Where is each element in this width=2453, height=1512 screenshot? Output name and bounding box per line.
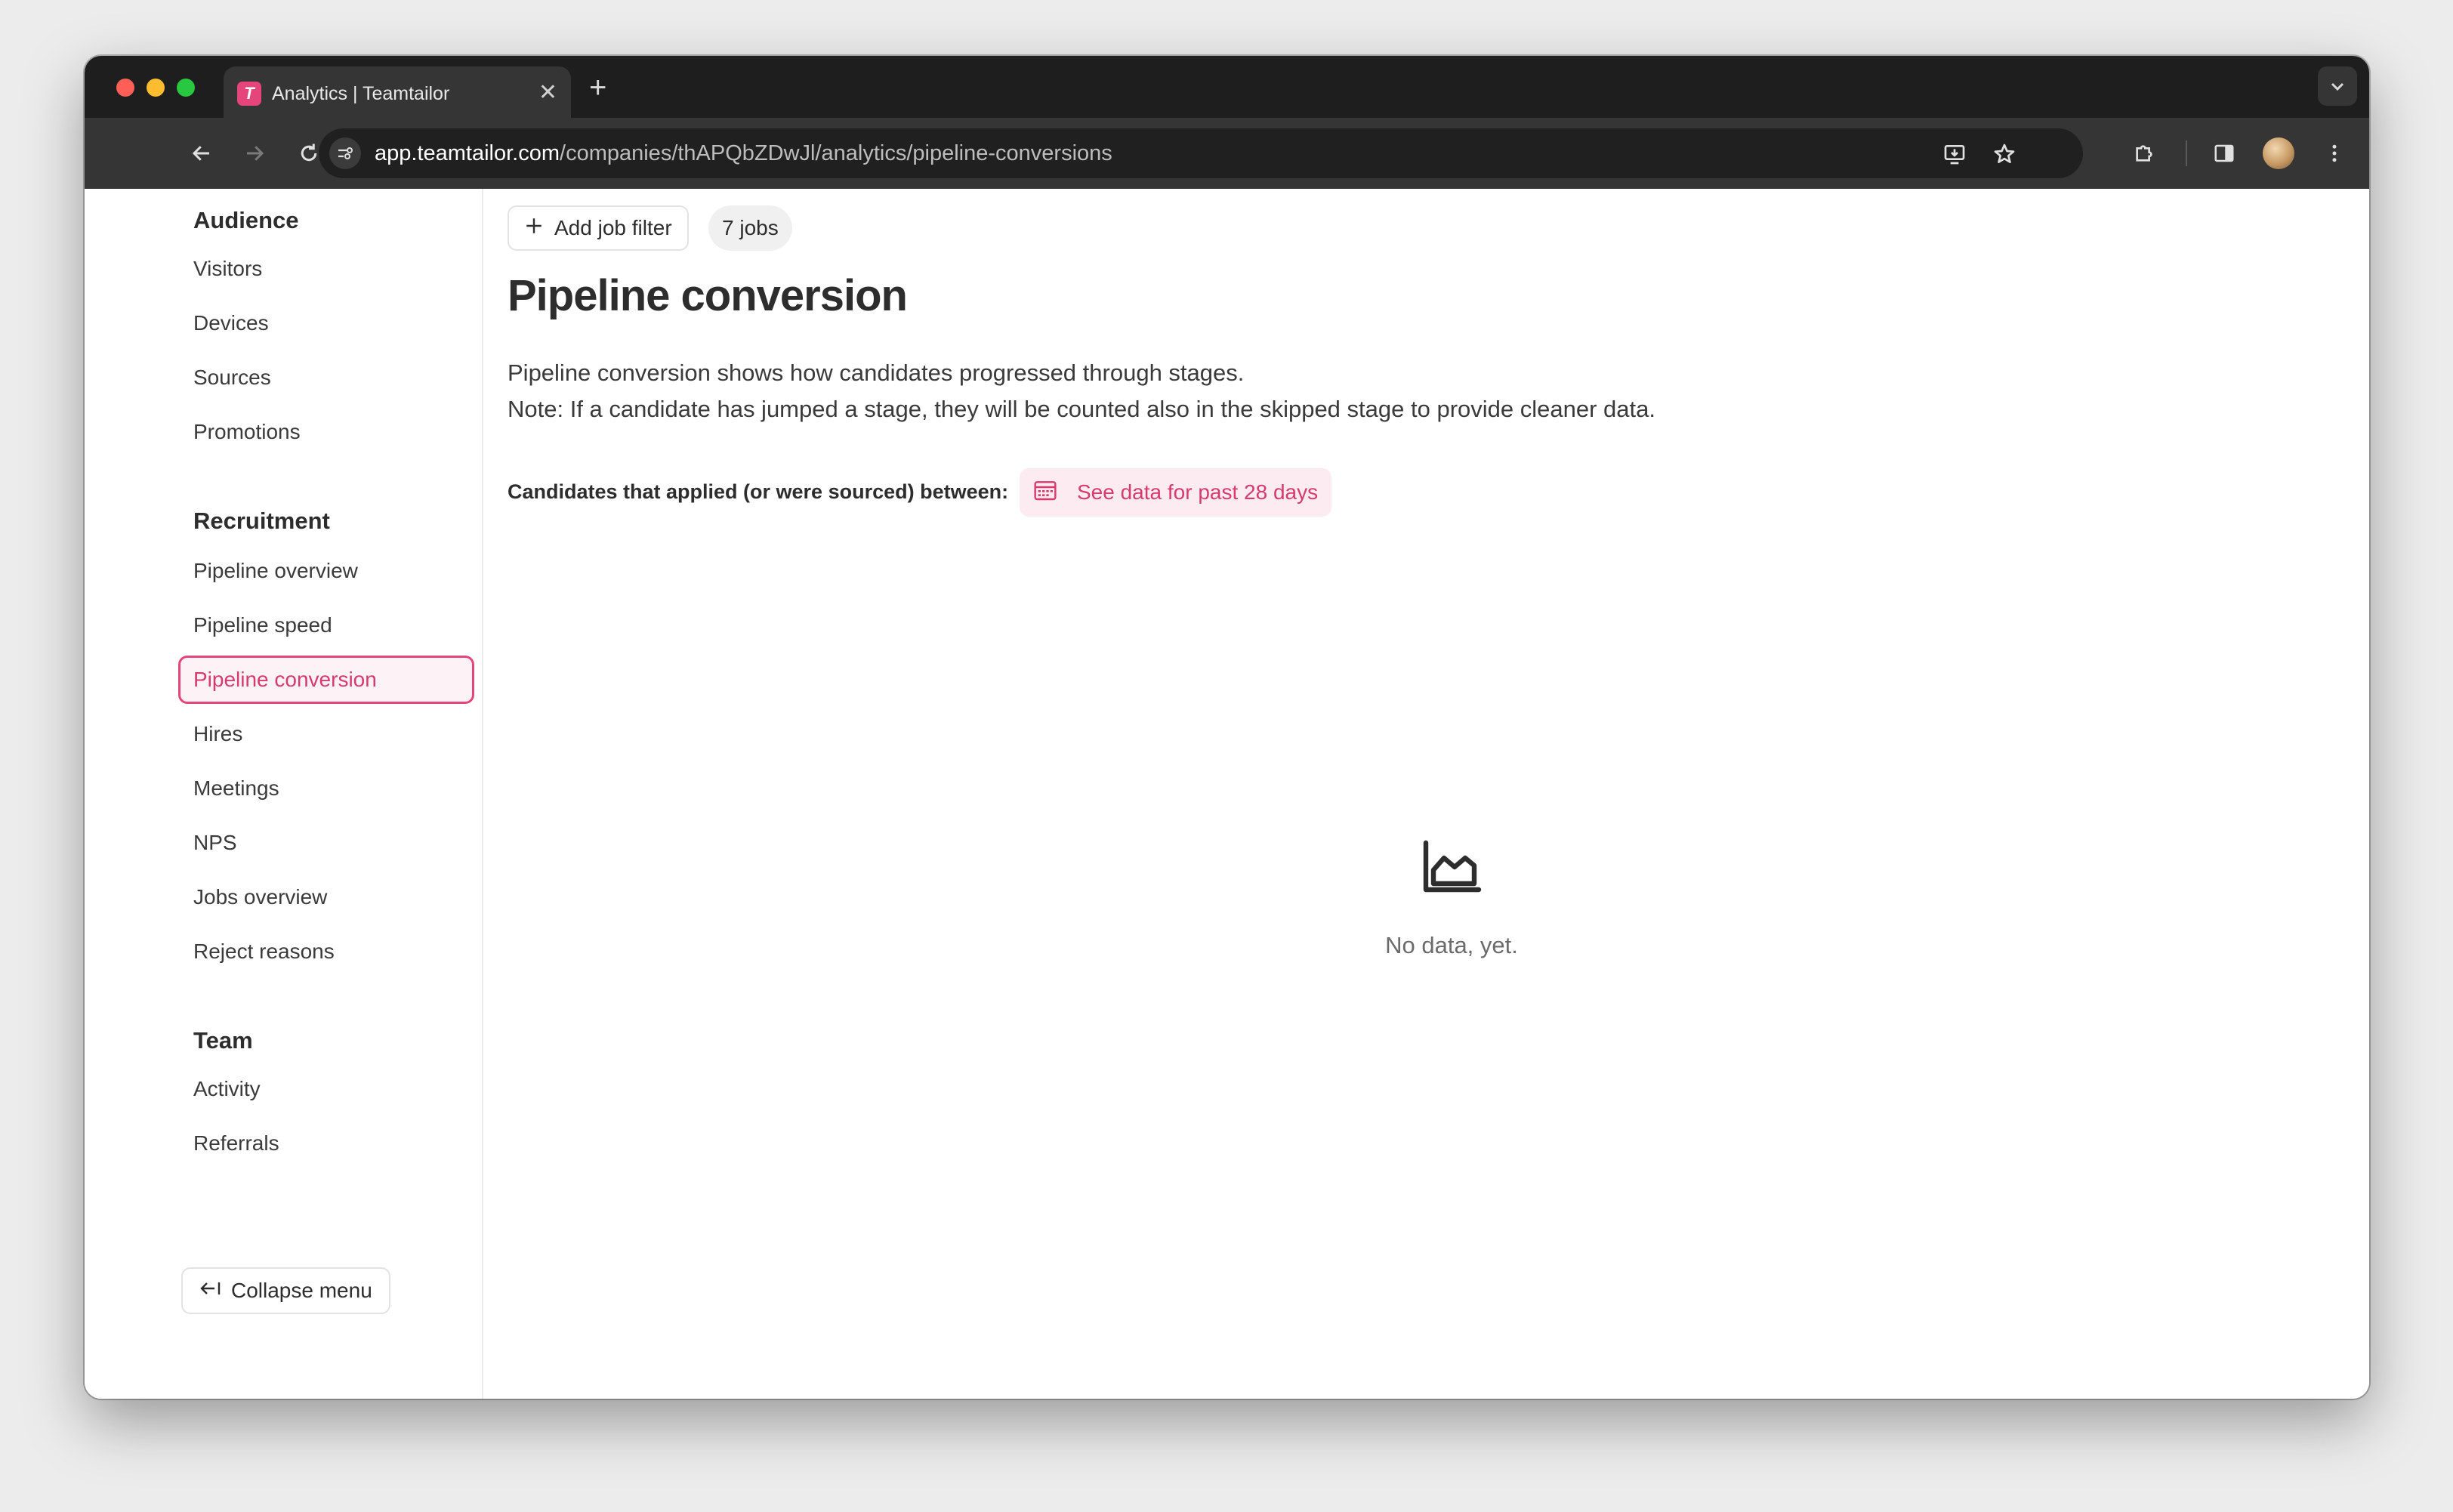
sidebar-item-sources[interactable]: Sources xyxy=(178,353,474,402)
date-range-button-label: See data for past 28 days xyxy=(1077,480,1319,504)
page-description: Pipeline conversion shows how candidates… xyxy=(508,355,1655,427)
tab-title: Analytics | Teamtailor xyxy=(272,83,450,104)
add-job-filter-button[interactable]: Add job filter xyxy=(508,205,689,251)
collapse-arrow-icon xyxy=(199,1279,222,1303)
add-job-filter-label: Add job filter xyxy=(554,216,672,239)
main-content: Add job filter 7 jobs Pipeline conversio… xyxy=(483,189,2369,1399)
browser-tab-analytics[interactable]: T Analytics | Teamtailor ✕ xyxy=(224,66,571,118)
section-heading-team: Team xyxy=(193,1027,253,1054)
browser-window: T Analytics | Teamtailor ✕ + app.teamtai… xyxy=(85,56,2369,1399)
browser-menu-kebab-icon[interactable] xyxy=(2316,134,2353,172)
minimize-window-button[interactable] xyxy=(147,79,165,97)
area-chart-icon xyxy=(1421,840,1482,894)
sidebar-item-nps[interactable]: NPS xyxy=(178,819,474,867)
page-title: Pipeline conversion xyxy=(508,271,908,320)
install-app-icon[interactable] xyxy=(1939,139,1970,169)
maximize-window-button[interactable] xyxy=(177,79,195,97)
sidebar-item-pipeline-overview[interactable]: Pipeline overview xyxy=(178,547,474,595)
date-range-button[interactable]: See data for past 28 days xyxy=(1020,468,1332,517)
sidebar-item-visitors[interactable]: Visitors xyxy=(178,245,474,293)
new-tab-plus-icon[interactable]: + xyxy=(589,73,606,103)
analytics-sidebar: Audience Visitors Devices Sources Promot… xyxy=(85,189,483,1399)
sidebar-item-meetings[interactable]: Meetings xyxy=(178,764,474,813)
sidebar-item-activity[interactable]: Activity xyxy=(178,1065,474,1113)
extensions-puzzle-icon[interactable] xyxy=(2125,134,2163,172)
collapse-menu-button[interactable]: Collapse menu xyxy=(181,1267,390,1314)
section-heading-recruitment: Recruitment xyxy=(193,508,330,534)
empty-state-text: No data, yet. xyxy=(1385,932,1518,958)
section-heading-audience: Audience xyxy=(193,207,299,233)
tab-strip: T Analytics | Teamtailor ✕ + xyxy=(85,56,2369,118)
jobs-count-badge[interactable]: 7 jobs xyxy=(708,205,792,251)
url-host: app.teamtailor.com xyxy=(375,141,560,165)
url-text: app.teamtailor.com/companies/thAPQbZDwJl… xyxy=(375,140,1112,166)
calendar-icon xyxy=(1033,479,1057,507)
description-line-1: Pipeline conversion shows how candidates… xyxy=(508,359,1245,386)
sidebar-item-promotions[interactable]: Promotions xyxy=(178,408,474,456)
date-range-label: Candidates that applied (or were sourced… xyxy=(508,480,1009,503)
forward-arrow-icon[interactable] xyxy=(236,134,273,172)
bookmark-star-icon[interactable] xyxy=(1989,139,2019,169)
profile-avatar[interactable] xyxy=(2263,137,2294,169)
plus-icon xyxy=(524,216,544,241)
sidebar-item-referrals[interactable]: Referrals xyxy=(178,1119,474,1168)
sidebar-item-pipeline-speed[interactable]: Pipeline speed xyxy=(178,601,474,650)
sidebar-item-pipeline-conversion[interactable]: Pipeline conversion xyxy=(178,656,474,704)
sidebar-item-jobs-overview[interactable]: Jobs overview xyxy=(178,873,474,921)
sidebar-item-reject-reasons[interactable]: Reject reasons xyxy=(178,927,474,976)
side-panel-icon[interactable] xyxy=(2205,134,2243,172)
browser-toolbar: app.teamtailor.com/companies/thAPQbZDwJl… xyxy=(85,118,2369,189)
toolbar-divider xyxy=(2186,140,2187,166)
tab-search-chevron-icon[interactable] xyxy=(2318,66,2357,106)
sidebar-item-devices[interactable]: Devices xyxy=(178,299,474,347)
description-line-2: Note: If a candidate has jumped a stage,… xyxy=(508,396,1655,422)
back-arrow-icon[interactable] xyxy=(183,134,221,172)
tab-close-icon[interactable]: ✕ xyxy=(538,80,557,106)
close-window-button[interactable] xyxy=(116,79,134,97)
page-content: Audience Visitors Devices Sources Promot… xyxy=(85,189,2369,1399)
address-bar[interactable]: app.teamtailor.com/companies/thAPQbZDwJl… xyxy=(319,128,2083,178)
teamtailor-favicon-icon: T xyxy=(237,82,261,106)
url-path: /companies/thAPQbZDwJl/analytics/pipelin… xyxy=(560,141,1112,165)
collapse-menu-label: Collapse menu xyxy=(231,1279,372,1302)
sidebar-item-hires[interactable]: Hires xyxy=(178,710,474,758)
site-settings-icon[interactable] xyxy=(329,137,361,169)
